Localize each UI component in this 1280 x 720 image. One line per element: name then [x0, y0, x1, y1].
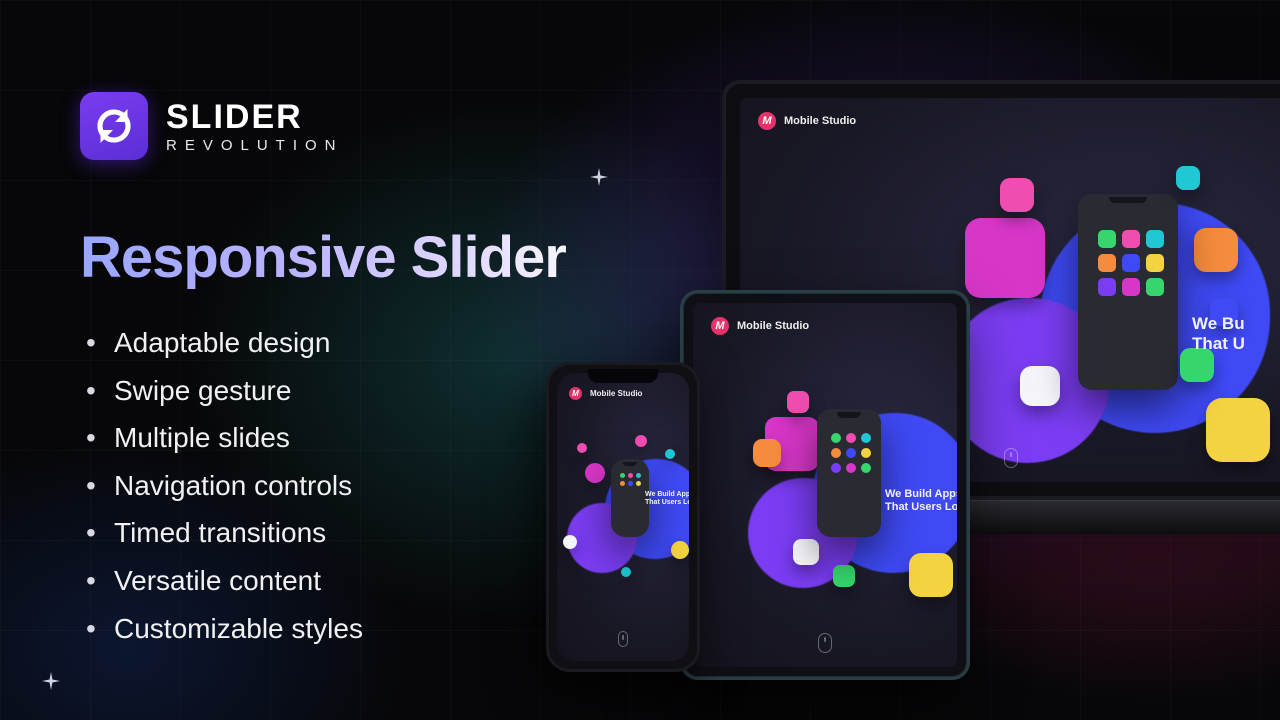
device-mockups: M Mobile Studio: [540, 0, 1280, 720]
screen-tagline: We BuThat U: [1192, 314, 1245, 353]
page-headline: Responsive Slider: [80, 224, 600, 291]
brand-name: Mobile Studio: [737, 320, 809, 332]
brand-mark-icon: M: [758, 112, 776, 130]
feature-item: Multiple slides: [80, 414, 600, 462]
screen-tagline: We Build AppsThat Users Love: [645, 491, 689, 507]
brand-mark-icon: M: [711, 317, 729, 335]
feature-list: Adaptable design Swipe gesture Multiple …: [80, 319, 600, 652]
mouse-scroll-icon: [1004, 448, 1018, 468]
feature-item: Swipe gesture: [80, 367, 600, 415]
feature-item: Navigation controls: [80, 462, 600, 510]
phone-mockup: M Mobile Studio: [546, 362, 700, 672]
left-column: SLIDER REVOLUTION Responsive Slider Adap…: [80, 92, 600, 652]
brand-name: Mobile Studio: [590, 389, 642, 398]
feature-item: Customizable styles: [80, 605, 600, 653]
product-logo: SLIDER REVOLUTION: [80, 92, 600, 160]
screen-brand: M Mobile Studio: [758, 112, 856, 130]
logo-badge: [80, 92, 148, 160]
screen-brand: M Mobile Studio: [569, 387, 642, 400]
screen-scene: M Mobile Studio: [557, 373, 689, 661]
tablet-screen: M Mobile Studio: [693, 303, 957, 667]
mouse-scroll-icon: [818, 633, 832, 653]
feature-item: Adaptable design: [80, 319, 600, 367]
feature-item: Timed transitions: [80, 509, 600, 557]
feature-item: Versatile content: [80, 557, 600, 605]
screen-brand: M Mobile Studio: [711, 317, 809, 335]
brand-name: Mobile Studio: [784, 115, 856, 127]
refresh-icon: [94, 106, 134, 146]
screen-scene: M Mobile Studio: [693, 303, 957, 667]
phone-notch: [588, 369, 658, 383]
phone-screen: M Mobile Studio: [557, 373, 689, 661]
logo-text: SLIDER REVOLUTION: [166, 100, 344, 153]
logo-title: SLIDER: [166, 100, 344, 134]
logo-subtitle: REVOLUTION: [166, 138, 344, 153]
tablet-mockup: M Mobile Studio: [680, 290, 970, 680]
screen-tagline: We Build AppsThat Users Love: [885, 488, 957, 513]
brand-mark-icon: M: [569, 387, 582, 400]
mouse-scroll-icon: [618, 631, 628, 647]
